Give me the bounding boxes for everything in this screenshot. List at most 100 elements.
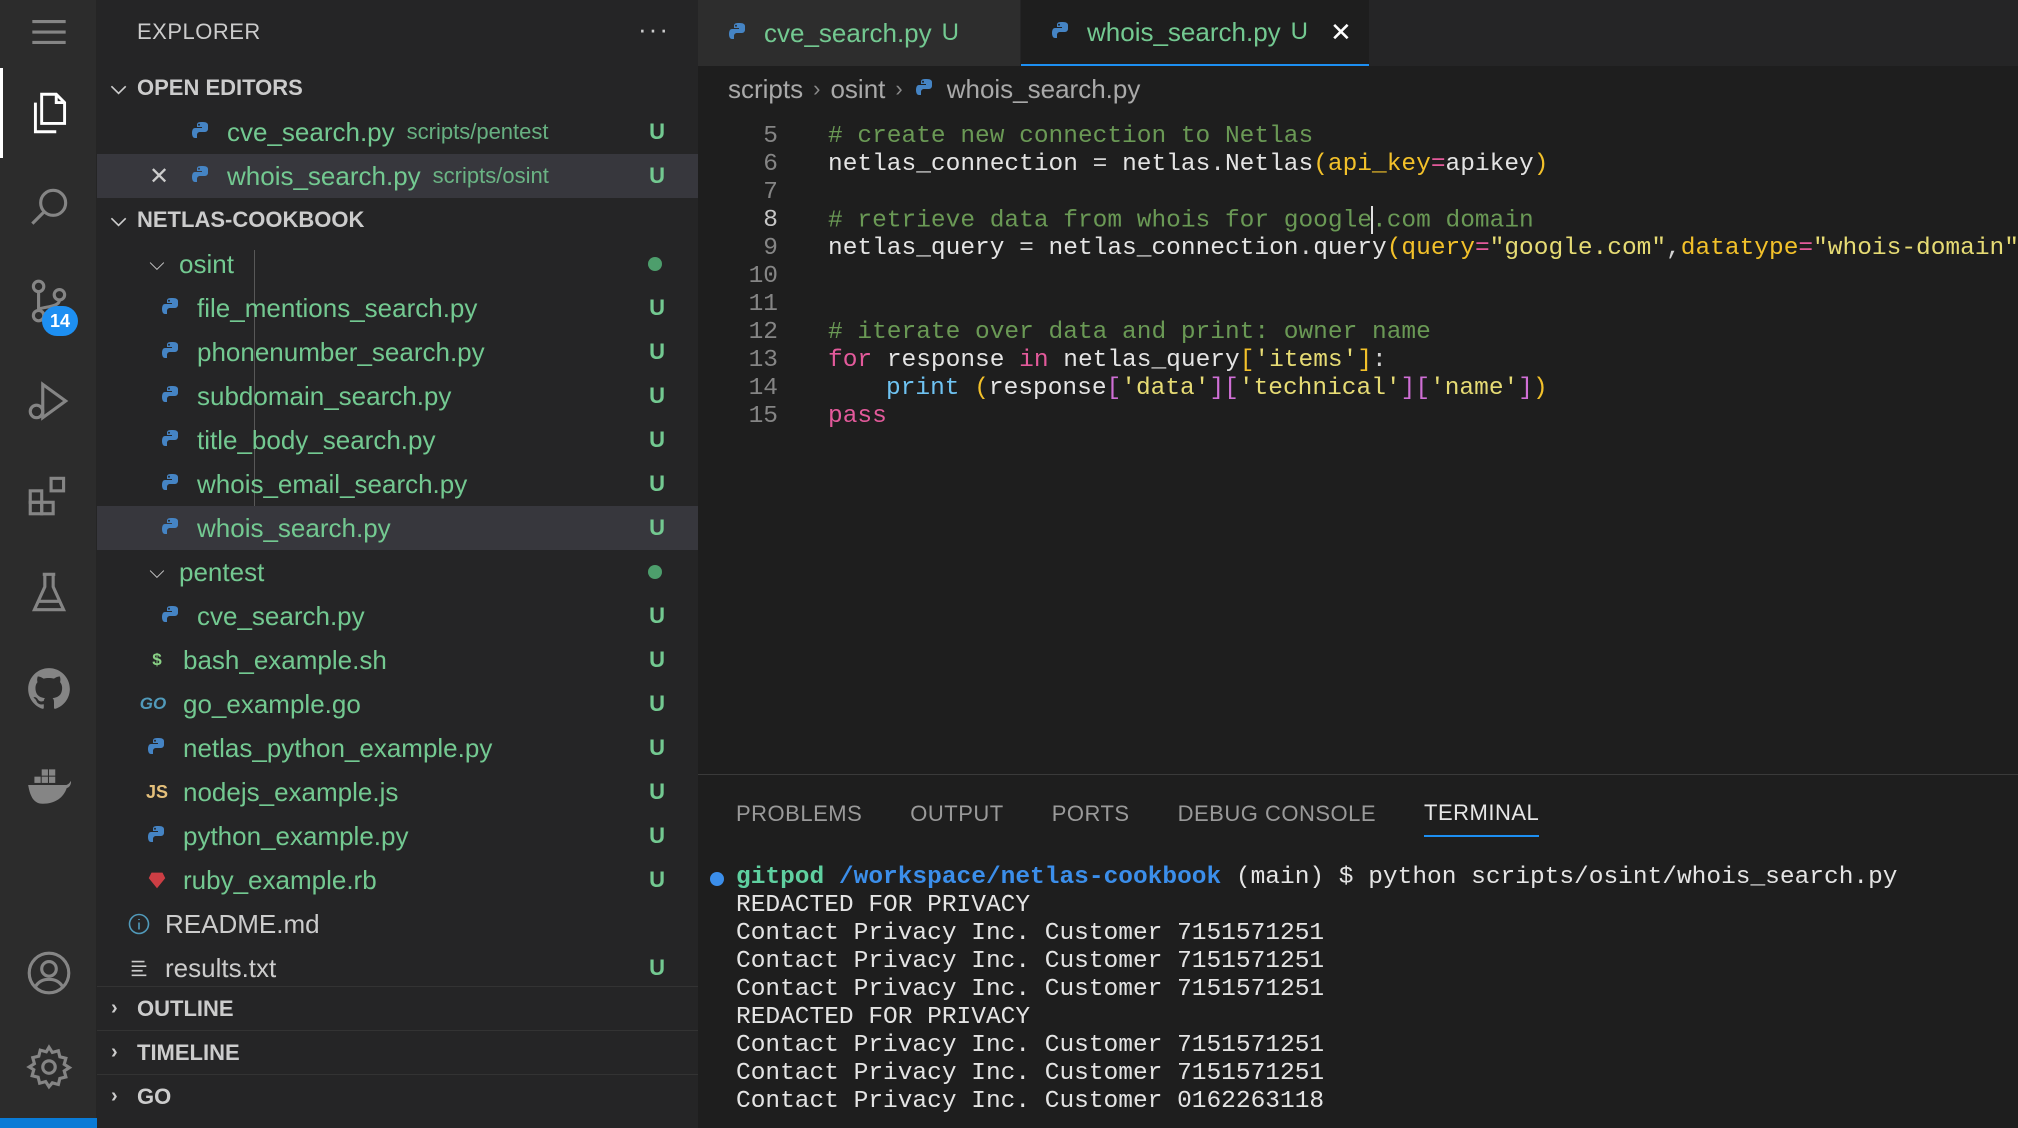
python-file-icon [913, 77, 937, 101]
go-section[interactable]: › GO [97, 1074, 698, 1118]
source-control-icon[interactable]: 14 [0, 256, 97, 346]
python-file-icon [726, 21, 750, 45]
file-item[interactable]: $ bash_example.sh U [97, 638, 698, 682]
python-file-icon [159, 472, 183, 496]
file-item[interactable]: title_body_search.py U [97, 418, 698, 462]
bottom-sections: › OUTLINE › TIMELINE › GO [97, 986, 698, 1118]
account-icon[interactable] [0, 928, 97, 1018]
search-icon[interactable] [0, 162, 97, 252]
run-debug-icon[interactable] [0, 356, 97, 446]
folder-osint[interactable]: ⌵ osint [97, 242, 698, 286]
tab-problems[interactable]: PROBLEMS [736, 791, 862, 837]
terminal-output-line: Contact Privacy Inc. Customer 7151571251 [736, 1059, 1325, 1087]
breadcrumb-item[interactable]: osint [830, 74, 885, 105]
activity-bar: 14 [0, 0, 148, 1128]
open-editor-item[interactable]: ✕ whois_search.py scripts/osint U [97, 154, 698, 198]
prompt-user: gitpod [736, 863, 825, 891]
file-name: nodejs_example.js [183, 776, 399, 807]
terminal-output-line: REDACTED FOR PRIVACY [736, 1003, 1031, 1031]
file-path: scripts/pentest [406, 119, 549, 144]
more-actions-icon[interactable]: ··· [638, 14, 670, 45]
line-number: 15 [748, 402, 778, 430]
github-icon[interactable] [0, 644, 97, 734]
file-item[interactable]: whois_email_search.py U [97, 462, 698, 506]
bottom-panel: PROBLEMS OUTPUT PORTS DEBUG CONSOLE TERM… [698, 774, 2018, 1128]
menu-icon[interactable] [0, 0, 97, 64]
tab-whois-search[interactable]: whois_search.py U ✕ [1021, 0, 1369, 66]
terminal-prompt-line: gitpod /workspace/netlas-cookbook (main)… [710, 863, 1898, 891]
git-status-untracked: U [649, 339, 665, 364]
python-file-icon [159, 340, 183, 364]
workspace-label: NETLAS-COOKBOOK [137, 207, 365, 232]
chevron-right-icon: › [111, 1041, 118, 1063]
git-status-untracked: U [649, 779, 665, 804]
chevron-down-icon: ⌵ [111, 208, 127, 231]
panel-tabs: PROBLEMS OUTPUT PORTS DEBUG CONSOLE TERM… [736, 791, 1587, 837]
tab-debug-console[interactable]: DEBUG CONSOLE [1178, 791, 1376, 837]
breadcrumb-item[interactable]: whois_search.py [947, 74, 1141, 105]
file-item[interactable]: results.txt U [97, 946, 698, 990]
code-editor[interactable]: 5 # create new connection to Netlas 6 ne… [698, 118, 2018, 778]
folder-pentest[interactable]: ⌵ pentest [97, 550, 698, 594]
modified-dot-icon [648, 565, 662, 579]
code-line: 15 pass [698, 398, 2018, 434]
chevron-right-icon: › [111, 1085, 118, 1107]
file-name: title_body_search.py [197, 424, 436, 455]
file-name: ruby_example.rb [183, 864, 377, 895]
extensions-icon[interactable] [0, 450, 97, 540]
testing-icon[interactable] [0, 548, 97, 638]
file-item[interactable]: subdomain_search.py U [97, 374, 698, 418]
close-icon[interactable]: ✕ [149, 162, 169, 191]
file-item[interactable]: phonenumber_search.py U [97, 330, 698, 374]
files-icon[interactable] [0, 68, 97, 158]
tab-cve-search[interactable]: cve_search.py U [698, 0, 1020, 66]
open-editor-item[interactable]: cve_search.py scripts/pentest U [97, 110, 698, 154]
shell-file-icon: $ [152, 650, 162, 669]
open-editors-section[interactable]: ⌵ OPEN EDITORS [97, 66, 698, 110]
close-tab-icon[interactable]: ✕ [1330, 17, 1352, 48]
file-name: whois_search.py [227, 160, 421, 191]
python-file-icon [159, 604, 183, 628]
file-item[interactable]: JS nodejs_example.js U [97, 770, 698, 814]
file-item[interactable]: file_mentions_search.py U [97, 286, 698, 330]
tab-output[interactable]: OUTPUT [910, 791, 1003, 837]
python-file-icon [159, 516, 183, 540]
file-name: python_example.py [183, 820, 409, 851]
git-status-untracked: U [649, 867, 665, 892]
go-label: GO [137, 1083, 172, 1109]
docker-icon[interactable] [0, 740, 97, 830]
git-status-untracked: U [649, 691, 665, 716]
tab-label: cve_search.py [764, 17, 932, 48]
file-name: whois_search.py [197, 512, 391, 543]
file-item[interactable]: GO go_example.go U [97, 682, 698, 726]
git-status-untracked: U [649, 735, 665, 760]
git-status-untracked: U [649, 119, 665, 144]
workspace-section[interactable]: ⌵ NETLAS-COOKBOOK [97, 198, 698, 242]
source-control-badge: 14 [42, 306, 78, 336]
editor-tab-bar: cve_search.py U whois_search.py U ✕ [698, 0, 2018, 66]
git-status-untracked: U [1290, 18, 1308, 45]
python-file-icon [159, 296, 183, 320]
terminal[interactable]: gitpod /workspace/netlas-cookbook (main)… [710, 863, 1898, 1115]
chevron-down-icon: ⌵ [149, 252, 165, 275]
tab-terminal[interactable]: TERMINAL [1424, 791, 1540, 837]
outline-section[interactable]: › OUTLINE [97, 986, 698, 1030]
python-file-icon [145, 736, 169, 760]
chevron-right-icon: › [111, 997, 118, 1019]
tab-ports[interactable]: PORTS [1052, 791, 1130, 837]
python-file-icon [145, 824, 169, 848]
folder-name: osint [179, 248, 234, 279]
file-item[interactable]: ruby_example.rb U [97, 858, 698, 902]
file-item[interactable]: netlas_python_example.py U [97, 726, 698, 770]
timeline-section[interactable]: › TIMELINE [97, 1030, 698, 1074]
file-name: cve_search.py [227, 116, 395, 147]
breadcrumb-item[interactable]: scripts [728, 74, 803, 105]
settings-gear-icon[interactable] [0, 1022, 97, 1112]
file-item[interactable]: whois_search.py U [97, 506, 698, 550]
python-file-icon [189, 164, 213, 188]
file-item[interactable]: cve_search.py U [97, 594, 698, 638]
git-status-untracked: U [649, 383, 665, 408]
file-item[interactable]: python_example.py U [97, 814, 698, 858]
python-file-icon [159, 428, 183, 452]
file-item[interactable]: README.md [97, 902, 698, 946]
